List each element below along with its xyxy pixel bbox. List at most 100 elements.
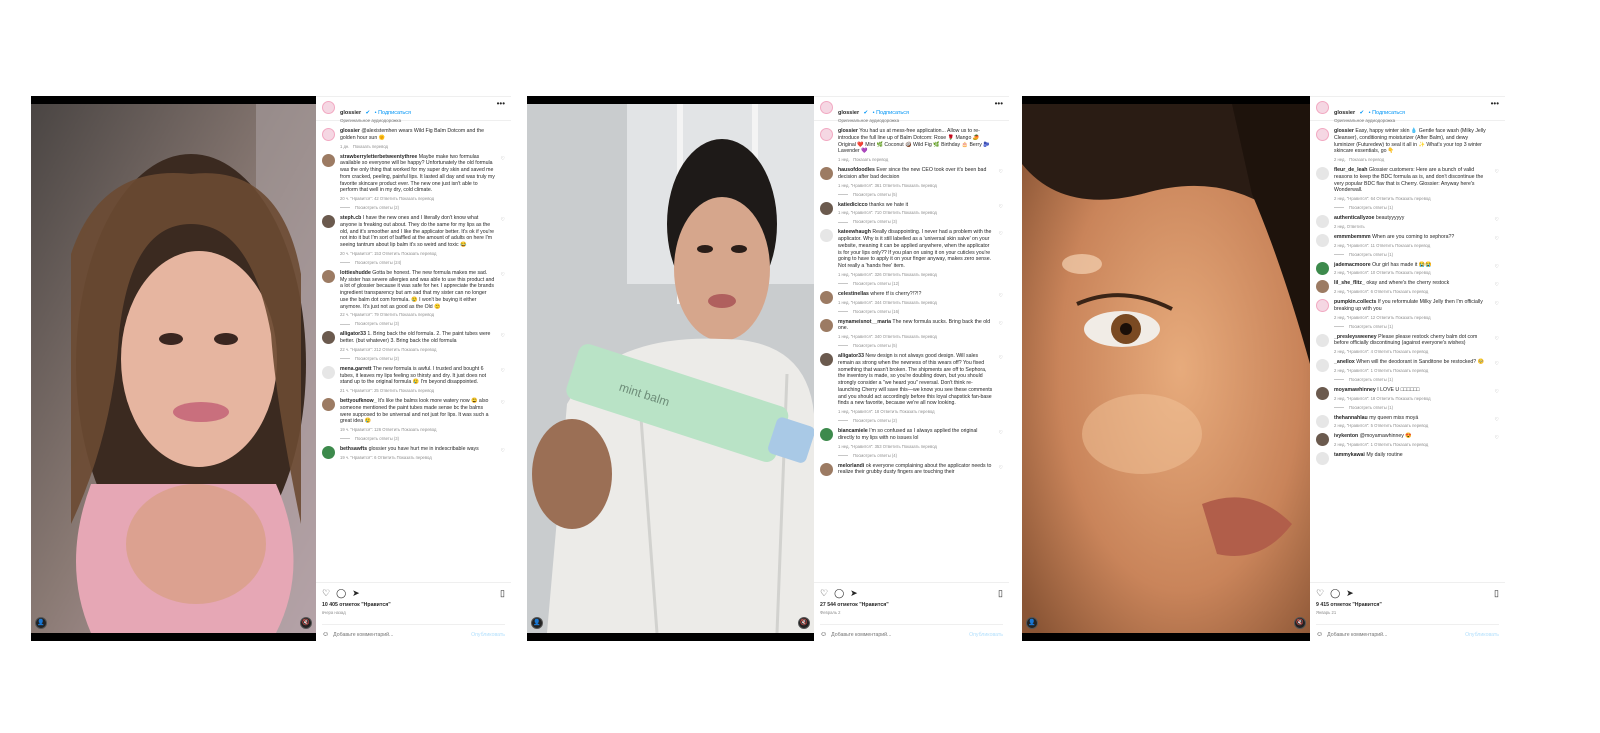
avatar[interactable]: [322, 398, 335, 411]
avatar[interactable]: [1316, 128, 1329, 141]
comment-meta[interactable]: 19 ч. "Нравится": 6 Ответить Показать пе…: [340, 455, 495, 460]
comment-icon[interactable]: ◯: [1330, 588, 1340, 599]
like-comment-icon[interactable]: ♡: [501, 156, 505, 162]
follow-button[interactable]: • Подписаться: [873, 110, 909, 116]
view-replies-link[interactable]: Посмотреть ответы (1): [1334, 377, 1489, 382]
header-username[interactable]: glossier: [340, 110, 361, 116]
like-comment-icon[interactable]: ♡: [1495, 264, 1499, 270]
avatar[interactable]: [1316, 333, 1329, 347]
view-replies-link[interactable]: Посмотреть ответы (3): [340, 321, 495, 326]
more-options-icon[interactable]: •••: [1491, 100, 1499, 108]
comment-meta[interactable]: 2 нед. "Нравится": 1 Ответить Показать п…: [1334, 368, 1489, 373]
view-replies-link[interactable]: Посмотреть ответы (16): [838, 309, 993, 314]
like-comment-icon[interactable]: ♡: [1495, 336, 1499, 342]
view-replies-link[interactable]: Посмотреть ответы (2): [838, 418, 993, 423]
comment-user[interactable]: strawberryletterbetweentythree: [340, 154, 417, 160]
emoji-icon[interactable]: ☺: [322, 631, 329, 638]
view-replies-link[interactable]: Посмотреть ответы (2): [340, 205, 495, 210]
avatar[interactable]: [820, 353, 833, 366]
like-comment-icon[interactable]: ♡: [501, 448, 505, 454]
comments-list[interactable]: glossier You had us at mess-free applica…: [814, 123, 1009, 582]
mute-icon[interactable]: 🔇: [300, 617, 312, 629]
view-replies-link[interactable]: Посмотреть ответы (1): [1334, 252, 1489, 257]
comments-list[interactable]: glossier @alexistemhen wears Wild Fig Ba…: [316, 123, 511, 582]
view-replies-link[interactable]: Посмотреть ответы (2): [340, 356, 495, 361]
comment-meta[interactable]: 2 нед. "Нравится": 6 Ответить Показать п…: [1334, 289, 1489, 294]
like-comment-icon[interactable]: ♡: [1495, 217, 1499, 223]
comment-meta[interactable]: 2 нед. Ответить: [1334, 224, 1489, 229]
comment-user[interactable]: alligator33: [340, 331, 366, 337]
mute-icon[interactable]: 🔇: [1294, 617, 1306, 629]
bookmark-icon[interactable]: ▯: [500, 588, 505, 599]
comment-meta[interactable]: 1 нед. "Нравится": 340 Ответить Показать…: [838, 334, 993, 339]
share-icon[interactable]: ➤: [1346, 588, 1354, 599]
comment-user[interactable]: katiedicicco: [838, 202, 868, 208]
comment-user[interactable]: _presleysweeney: [1334, 334, 1377, 340]
comment-meta[interactable]: 1 нед. "Нравится": 353 Ответить Показать…: [838, 444, 993, 449]
publish-button[interactable]: Опубликовать: [969, 632, 1003, 638]
comment-meta[interactable]: 2 нед. "Нравится": 5 Ответить Показать п…: [1334, 423, 1489, 428]
avatar[interactable]: [322, 128, 335, 141]
comment-meta[interactable]: 1 нед. "Нравится": 361 Ответить Показать…: [838, 183, 993, 188]
comment-user[interactable]: jademacmoore: [1334, 262, 1371, 268]
user-tag-icon[interactable]: 👤: [1026, 617, 1038, 629]
comment-meta[interactable]: 20 ч. "Нравится": 153 Ответить Показать …: [340, 251, 495, 256]
like-comment-icon[interactable]: ♡: [999, 231, 1003, 237]
comment-meta[interactable]: 2 нед. "Нравится": 18 Ответить Показать …: [1334, 396, 1489, 401]
comment-meta[interactable]: 2 нед. "Нравится": 1 Ответить Показать п…: [1334, 442, 1489, 447]
comment-user[interactable]: moyamawhinney: [1334, 387, 1376, 393]
like-comment-icon[interactable]: ♡: [999, 204, 1003, 210]
view-replies-link[interactable]: Посмотреть ответы (1): [1334, 205, 1489, 210]
post-3-video[interactable]: 👤 🔇: [1022, 96, 1310, 641]
comment-user[interactable]: lil_she_flitz_: [1334, 280, 1365, 286]
avatar[interactable]: [1316, 280, 1329, 294]
avatar[interactable]: [820, 101, 833, 114]
like-comment-icon[interactable]: ♡: [1495, 435, 1499, 441]
comments-list[interactable]: glossier Easy, happy winter skin 💧 Gentl…: [1310, 123, 1505, 582]
comment-meta[interactable]: 2 нед. "Нравится": 12 Ответить Показать …: [1334, 315, 1489, 320]
comment-meta[interactable]: 22 ч. "Нравится": 79 Ответить Показать п…: [340, 312, 495, 317]
comment-meta[interactable]: 19 ч. "Нравится": 126 Ответить Показать …: [340, 427, 495, 432]
view-replies-link[interactable]: Посмотреть ответы (3): [340, 436, 495, 441]
comment-meta[interactable]: 1 нед. "Нравится": 326 Ответить Показать…: [838, 272, 993, 277]
avatar[interactable]: [1316, 359, 1329, 372]
comment-user[interactable]: bethsawfts: [340, 446, 367, 452]
view-replies-link[interactable]: Посмотреть ответы (5): [838, 192, 993, 197]
emoji-icon[interactable]: ☺: [1316, 631, 1323, 638]
like-comment-icon[interactable]: ♡: [1495, 417, 1499, 423]
like-comment-icon[interactable]: ♡: [501, 368, 505, 374]
view-replies-link[interactable]: Посмотреть ответы (5): [838, 343, 993, 348]
like-comment-icon[interactable]: ♡: [1495, 389, 1499, 395]
comment-icon[interactable]: ◯: [336, 588, 346, 599]
avatar[interactable]: [322, 215, 335, 228]
comment-user[interactable]: tammykawai: [1334, 452, 1365, 458]
comment-user[interactable]: glossier: [838, 128, 858, 134]
comment-user[interactable]: authenticallyzoe: [1334, 215, 1374, 221]
like-comment-icon[interactable]: ♡: [501, 400, 505, 406]
comment-meta[interactable]: 1 нед. "Нравится": 710 Ответить Показать…: [838, 210, 993, 215]
like-icon[interactable]: ♡: [322, 588, 330, 599]
like-comment-icon[interactable]: ♡: [1495, 282, 1499, 288]
view-replies-link[interactable]: Посмотреть ответы (4): [838, 453, 993, 458]
follow-button[interactable]: • Подписаться: [375, 110, 411, 116]
translate-link[interactable]: Показать перевод: [353, 144, 388, 149]
bookmark-icon[interactable]: ▯: [998, 588, 1003, 599]
comment-user[interactable]: biancamiele: [838, 428, 868, 434]
avatar[interactable]: [1316, 233, 1329, 247]
avatar[interactable]: [820, 201, 833, 215]
publish-button[interactable]: Опубликовать: [1465, 632, 1499, 638]
view-replies-link[interactable]: Посмотреть ответы (3): [838, 219, 993, 224]
comment-user[interactable]: fleur_de_leah: [1334, 167, 1367, 173]
like-comment-icon[interactable]: ♡: [999, 465, 1003, 471]
comment-meta[interactable]: 20 ч. "Нравится": 42 Ответить Показать п…: [340, 196, 495, 201]
user-tag-icon[interactable]: 👤: [531, 617, 543, 629]
likes-count[interactable]: 27 544 отметок "Нравится": [820, 602, 1003, 608]
like-comment-icon[interactable]: ♡: [1495, 301, 1499, 307]
follow-button[interactable]: • Подписаться: [1369, 110, 1405, 116]
comment-icon[interactable]: ◯: [834, 588, 844, 599]
avatar[interactable]: [1316, 299, 1329, 312]
avatar[interactable]: [1316, 101, 1329, 114]
add-comment-input[interactable]: [1327, 631, 1466, 638]
avatar[interactable]: [1316, 386, 1329, 400]
comment-meta[interactable]: 21 ч. "Нравится": 25 Ответить Показать п…: [340, 388, 495, 393]
